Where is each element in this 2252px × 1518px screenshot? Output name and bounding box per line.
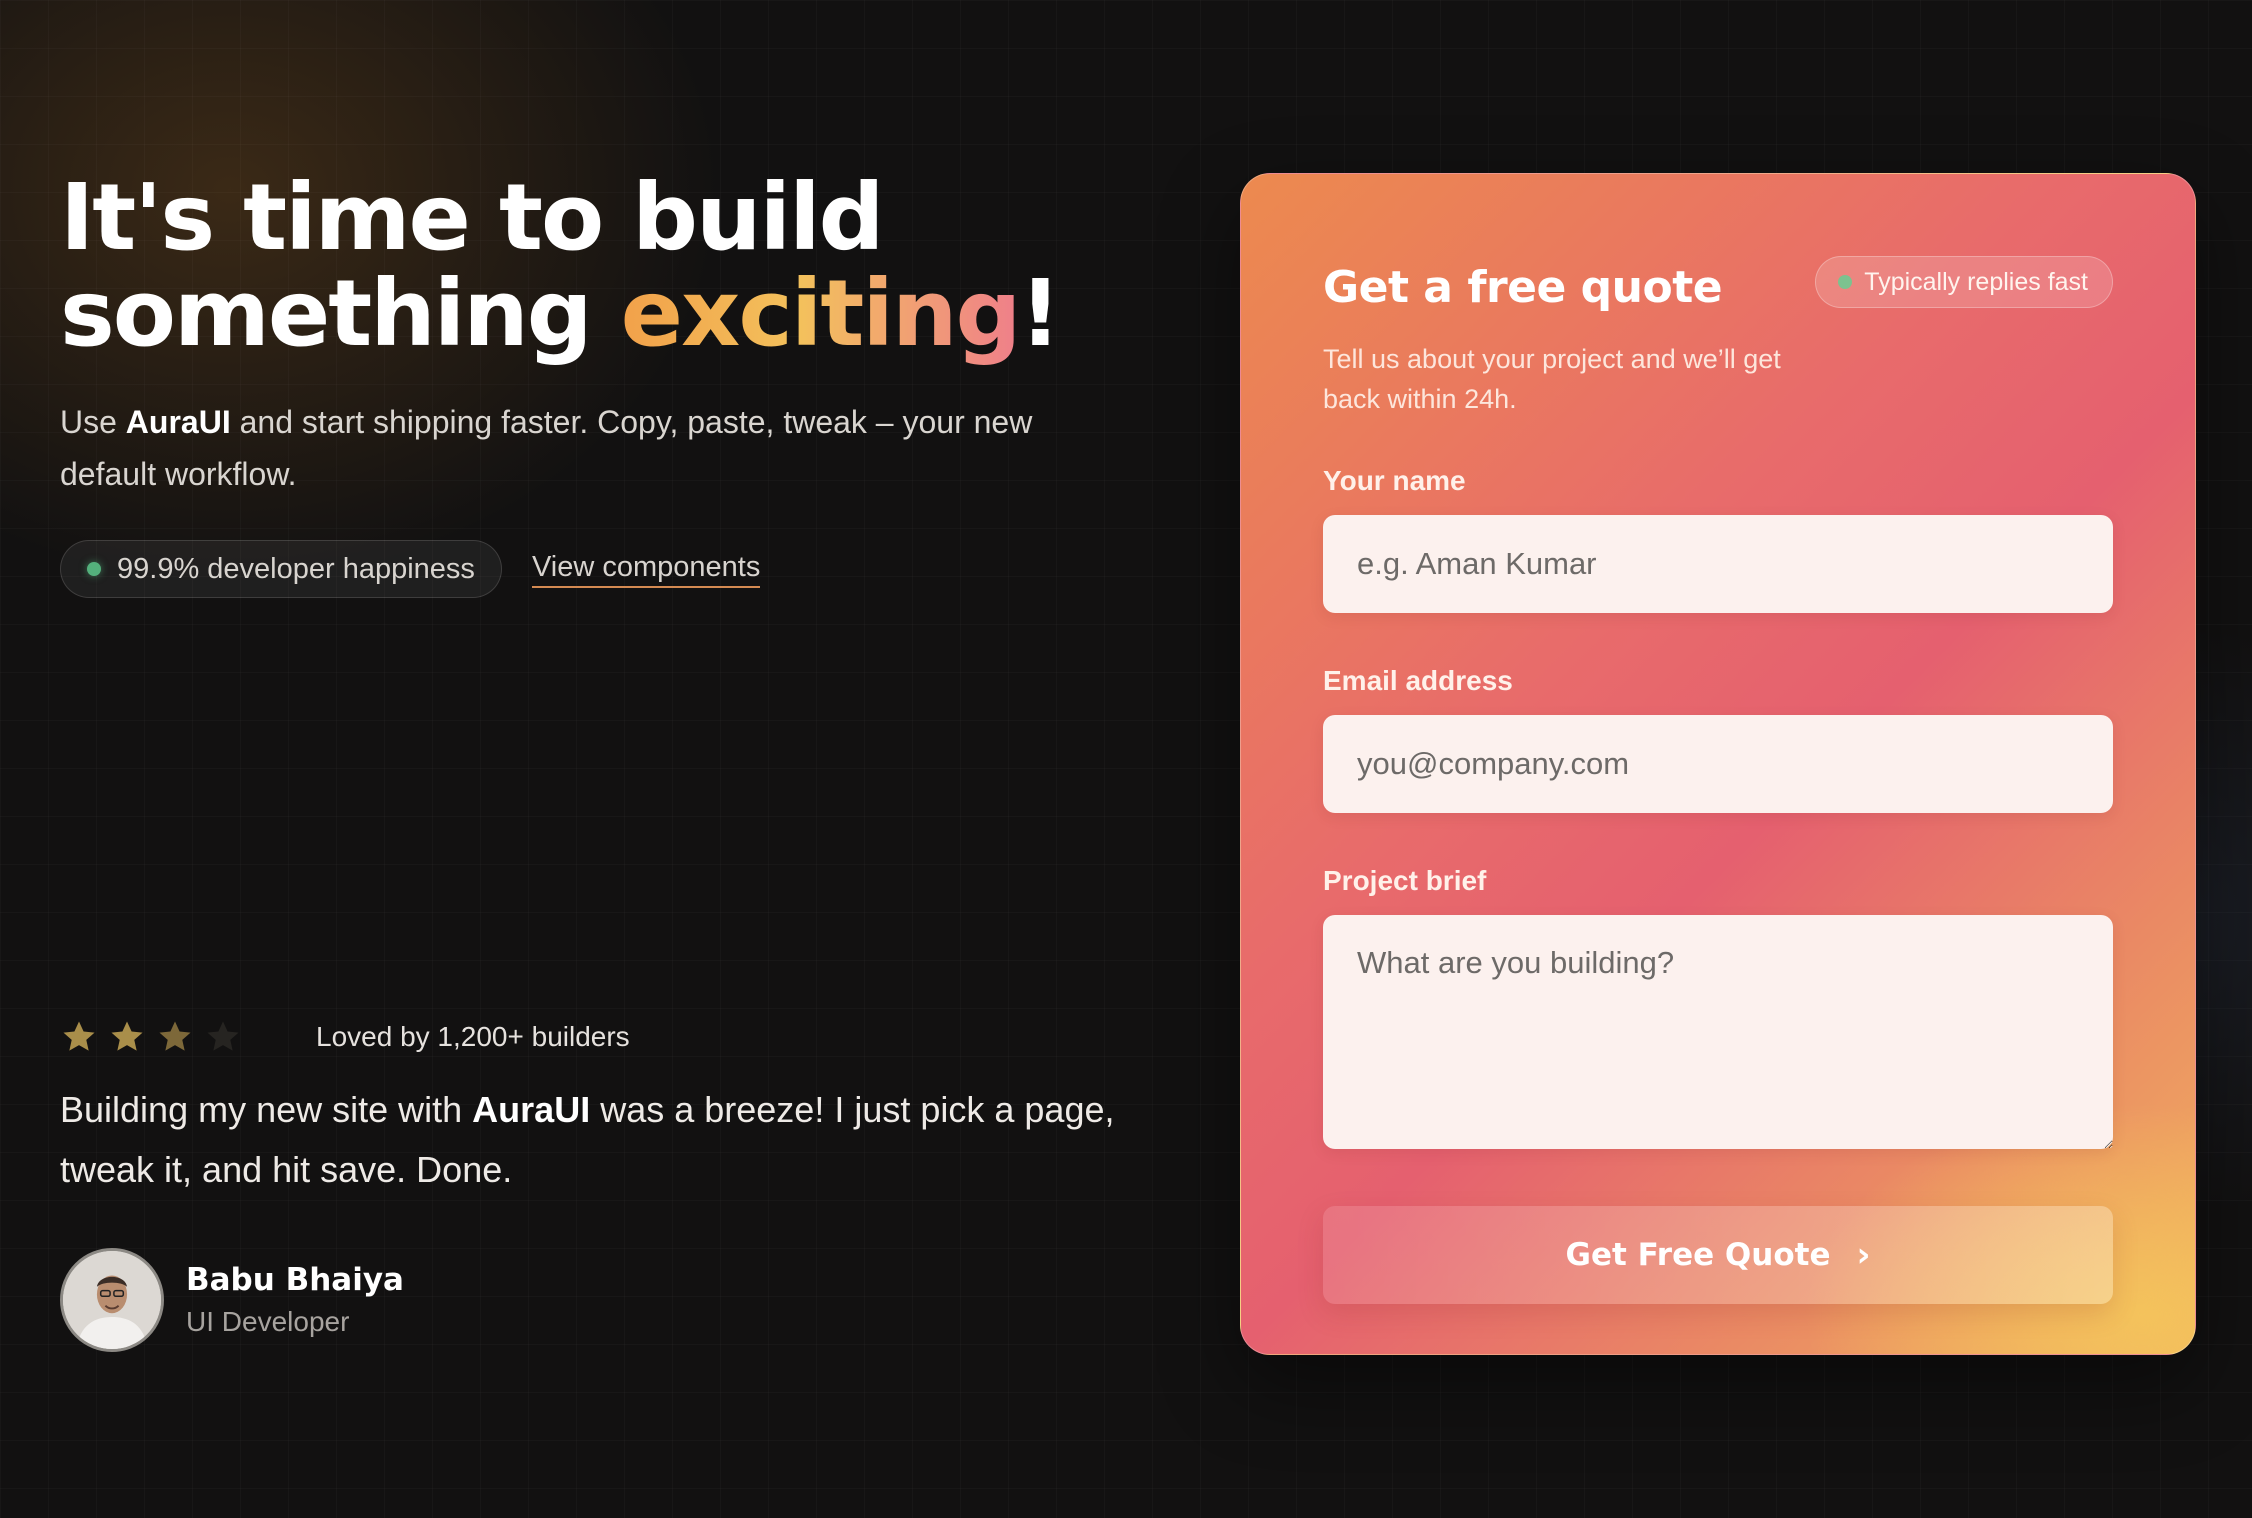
author-meta: Babu Bhaiya UI Developer (186, 1262, 404, 1338)
happiness-pill: 99.9% developer happiness (60, 540, 502, 598)
email-label: Email address (1323, 665, 1513, 696)
quote-prefix: Building my new site with (60, 1089, 473, 1130)
get-free-quote-button[interactable]: Get Free Quote › (1323, 1206, 2113, 1304)
project-brief-textarea[interactable] (1323, 915, 2113, 1149)
star-filled-icon (63, 1021, 95, 1051)
testimonial-section: Loved by 1,200+ builders Building my new… (60, 1018, 1120, 1352)
testimonial-quote: Building my new site with AuraUI was a b… (60, 1080, 1120, 1200)
hero-actions: 99.9% developer happiness View component… (60, 540, 1160, 598)
headline-line-1: It's time to build (60, 164, 884, 271)
happiness-pill-text: 99.9% developer happiness (117, 552, 475, 585)
brief-label: Project brief (1323, 865, 1487, 896)
quote-form-card: Get a free quote Typically replies fast … (1240, 173, 2196, 1355)
author-role: UI Developer (186, 1306, 350, 1337)
name-label: Your name (1323, 465, 1466, 496)
hero-section: It's time to build something exciting! U… (60, 170, 1160, 598)
badge-status-dot-icon (1838, 275, 1853, 289)
testimonial-author: Babu Bhaiya UI Developer (60, 1248, 1120, 1352)
subcopy-prefix: Use (60, 404, 126, 440)
headline-line-2-prefix: something (60, 260, 621, 367)
card-header: Get a free quote Typically replies fast (1323, 256, 2113, 313)
headline-suffix: ! (1019, 260, 1061, 367)
star-filled-icon (111, 1021, 143, 1051)
quote-brand: AuraUI (472, 1089, 591, 1130)
name-input[interactable] (1323, 515, 2113, 613)
subcopy-brand: AuraUI (125, 404, 231, 440)
chevron-right-icon: › (1856, 1235, 1871, 1275)
avatar (60, 1248, 164, 1352)
email-input[interactable] (1323, 715, 2113, 813)
rating-row: Loved by 1,200+ builders (60, 1018, 1120, 1056)
headline-accent-word: exciting (620, 260, 1022, 367)
hero-headline: It's time to build something exciting! (60, 170, 1160, 362)
submit-label: Get Free Quote (1565, 1237, 1831, 1273)
reply-speed-badge: Typically replies fast (1815, 256, 2113, 308)
rating-text: Loved by 1,200+ builders (316, 1021, 630, 1052)
avatar-portrait-icon (63, 1251, 161, 1349)
star-rating (60, 1018, 316, 1056)
form-subtitle: Tell us about your project and we’ll get… (1323, 344, 1781, 414)
hero-subcopy: Use AuraUI and start shipping faster. Co… (60, 396, 1070, 500)
view-components-link[interactable]: View components (531, 551, 761, 588)
star-empty-icon (207, 1021, 239, 1051)
author-name: Babu Bhaiya (186, 1262, 404, 1298)
star-filled-icon (159, 1021, 191, 1051)
badge-text: Typically replies fast (1864, 267, 2088, 296)
status-dot-icon (87, 562, 101, 576)
